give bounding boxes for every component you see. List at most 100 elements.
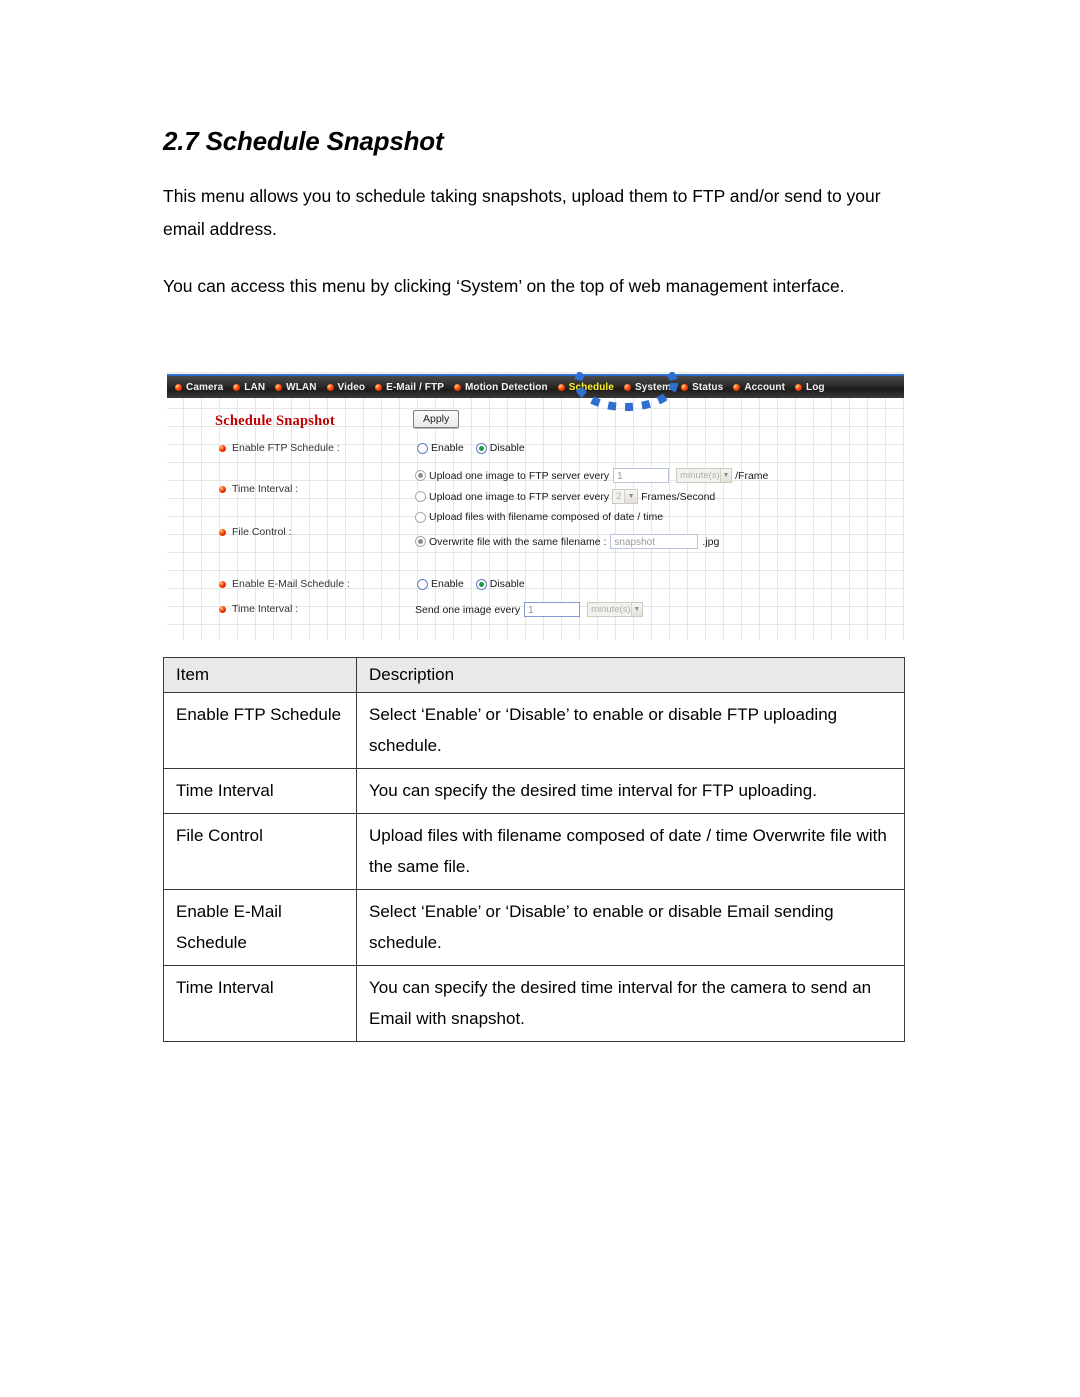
- input-ftp-interval-value[interactable]: 1: [613, 468, 670, 483]
- radio-label-email-enable: Enable: [431, 578, 464, 590]
- nav-item-status[interactable]: Status: [681, 382, 723, 393]
- email-interval-row: Send one image every 1 minute(s) ▼: [415, 602, 646, 617]
- document-page: 2.7 Schedule Snapshot This menu allows y…: [0, 0, 1080, 1397]
- device-nav-bar: Camera LAN WLAN Video E-Mail / FTP Motio…: [167, 374, 904, 398]
- nav-item-account[interactable]: Account: [733, 382, 785, 393]
- nav-label: System: [634, 381, 672, 393]
- nav-item-log[interactable]: Log: [795, 382, 825, 393]
- bullet-icon: [219, 528, 226, 536]
- nav-item-camera[interactable]: Camera: [175, 382, 223, 393]
- input-overwrite-filename[interactable]: snapshot: [610, 534, 699, 549]
- bullet-icon: [275, 383, 283, 391]
- file-control-option-2: Overwrite file with the same filename : …: [415, 534, 719, 549]
- chevron-down-icon: ▼: [719, 469, 732, 482]
- nav-label: WLAN: [286, 381, 317, 393]
- label-time-interval-ftp: Time Interval :: [219, 483, 298, 495]
- file-control-option-1: Upload files with filename composed of d…: [415, 511, 663, 523]
- table-row: Time Interval You can specify the desire…: [163, 768, 905, 814]
- ftp-interval-option-2: Upload one image to FTP server every 2 ▼…: [415, 489, 715, 504]
- select-email-interval-unit[interactable]: minute(s) ▼: [587, 602, 644, 617]
- cell-description: Upload files with filename composed of d…: [356, 813, 905, 890]
- select-value: minute(s): [680, 470, 720, 481]
- bullet-icon: [375, 383, 383, 391]
- cell-description: You can specify the desired time interva…: [356, 768, 905, 814]
- cell-item: Time Interval: [163, 768, 357, 814]
- nav-label: Account: [744, 381, 786, 393]
- label-enable-email-schedule: Enable E-Mail Schedule :: [219, 578, 350, 590]
- bullet-icon: [733, 383, 741, 391]
- radio-label-overwrite-filename: Overwrite file with the same filename :: [429, 535, 607, 548]
- radio-email-enable[interactable]: [417, 578, 428, 590]
- field-label-text: Time Interval :: [232, 603, 299, 615]
- nav-item-wlan[interactable]: WLAN: [275, 382, 316, 393]
- select-ftp-fps-value[interactable]: 2 ▼: [612, 489, 639, 504]
- radio-overwrite-filename[interactable]: [415, 536, 426, 547]
- table-row: Enable FTP Schedule Select ‘Enable’ or ‘…: [163, 692, 905, 769]
- radio-label-ftp-disable: Disable: [489, 442, 525, 454]
- cell-item: Enable FTP Schedule: [163, 692, 357, 769]
- bullet-icon: [453, 383, 461, 391]
- label-time-interval-email: Time Interval :: [219, 603, 298, 615]
- apply-button[interactable]: Apply: [413, 410, 460, 428]
- radio-label-ftp-interval-minutes: Upload one image to FTP server every: [429, 469, 610, 482]
- nav-item-video[interactable]: Video: [326, 381, 366, 393]
- email-schedule-radio-group: Enable Disable: [417, 578, 525, 590]
- select-ftp-interval-unit[interactable]: minute(s) ▼: [676, 468, 733, 483]
- nav-label: Log: [806, 381, 825, 393]
- suffix-jpg: .jpg: [702, 535, 720, 548]
- bullet-icon: [219, 605, 226, 613]
- field-label-text: Enable E-Mail Schedule :: [232, 578, 350, 590]
- table-row: File Control Upload files with filename …: [163, 813, 905, 890]
- select-value: minute(s): [591, 604, 631, 615]
- bullet-icon: [219, 444, 226, 452]
- cell-item: File Control: [163, 813, 357, 890]
- field-label-text: Time Interval :: [232, 483, 299, 495]
- radio-filename-datetime[interactable]: [415, 511, 426, 523]
- field-label-text: File Control :: [232, 526, 292, 538]
- nav-item-motion-detection[interactable]: Motion Detection: [453, 381, 548, 393]
- radio-label-filename-datetime: Upload files with filename composed of d…: [429, 511, 664, 523]
- table-row: Enable E-Mail Schedule Select ‘Enable’ o…: [163, 889, 905, 966]
- nav-label: LAN: [244, 381, 266, 393]
- nav-item-schedule[interactable]: Schedule: [557, 382, 614, 393]
- bullet-icon: [681, 383, 689, 391]
- ftp-schedule-radio-group: Enable Disable: [417, 442, 525, 454]
- bullet-icon: [623, 383, 631, 391]
- radio-ftp-interval-fps[interactable]: [415, 491, 426, 502]
- ftp-interval-option-1: Upload one image to FTP server every 1 m…: [415, 468, 768, 483]
- bullet-icon: [233, 383, 241, 391]
- radio-label-ftp-enable: Enable: [431, 442, 464, 454]
- column-header-description: Description: [356, 657, 905, 693]
- bullet-icon: [175, 383, 182, 391]
- cell-item: Time Interval: [163, 965, 357, 1042]
- table-row: Time Interval You can specify the desire…: [163, 965, 905, 1042]
- nav-label: E-Mail / FTP: [386, 381, 444, 393]
- nav-label: Motion Detection: [464, 381, 548, 393]
- chevron-down-icon: ▼: [630, 603, 643, 616]
- description-table: Item Description Enable FTP Schedule Sel…: [163, 657, 905, 1042]
- radio-ftp-enable[interactable]: [417, 442, 428, 454]
- radio-email-disable[interactable]: [475, 578, 487, 590]
- radio-label-ftp-interval-fps: Upload one image to FTP server every: [429, 490, 610, 503]
- nav-item-system[interactable]: System: [623, 381, 672, 393]
- nav-label: Camera: [186, 381, 224, 393]
- input-email-interval-value[interactable]: 1: [524, 602, 581, 617]
- cell-description: Select ‘Enable’ or ‘Disable’ to enable o…: [356, 889, 905, 966]
- suffix-frames-second: Frames/Second: [641, 490, 716, 503]
- radio-ftp-interval-minutes[interactable]: [415, 470, 426, 481]
- bullet-icon: [795, 383, 803, 391]
- email-interval-prefix-label: Send one image every: [415, 603, 521, 616]
- nav-label: Video: [337, 381, 366, 393]
- nav-item-lan[interactable]: LAN: [233, 382, 265, 393]
- panel-title: Schedule Snapshot: [215, 413, 335, 429]
- bullet-icon: [557, 383, 565, 391]
- device-ui-screenshot: Camera LAN WLAN Video E-Mail / FTP Motio…: [167, 372, 904, 640]
- bullet-icon: [326, 383, 334, 391]
- cell-item: Enable E-Mail Schedule: [163, 889, 357, 966]
- field-label-text: Enable FTP Schedule :: [232, 442, 340, 454]
- label-enable-ftp-schedule: Enable FTP Schedule :: [219, 442, 340, 454]
- nav-item-email-ftp[interactable]: E-Mail / FTP: [375, 382, 444, 393]
- radio-label-email-disable: Disable: [489, 578, 525, 590]
- radio-ftp-disable[interactable]: [475, 442, 487, 454]
- section-heading: 2.7 Schedule Snapshot: [163, 126, 444, 156]
